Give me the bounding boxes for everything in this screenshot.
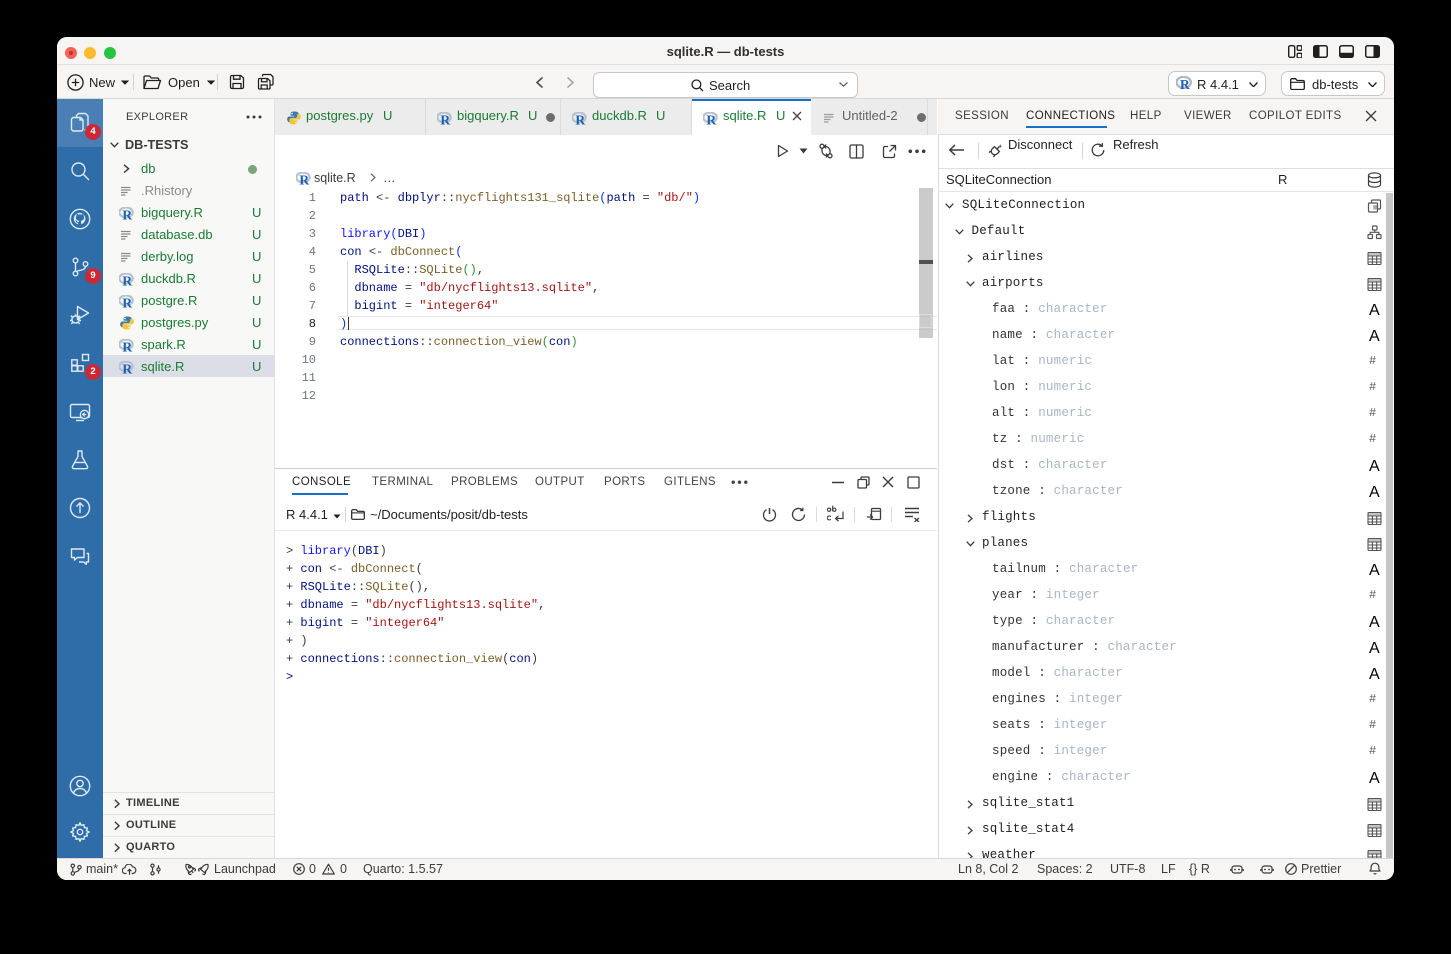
svg-text:R: R [122, 339, 132, 352]
svg-text:R: R [122, 361, 132, 374]
svg-text:R: R [440, 112, 450, 125]
svg-text:R: R [122, 295, 132, 308]
svg-text:R: R [299, 172, 309, 185]
svg-text:R: R [122, 207, 132, 220]
svg-text:R: R [575, 112, 585, 125]
svg-text:R: R [122, 273, 132, 286]
svg-text:R: R [1180, 77, 1190, 91]
svg-text:R: R [706, 112, 716, 125]
